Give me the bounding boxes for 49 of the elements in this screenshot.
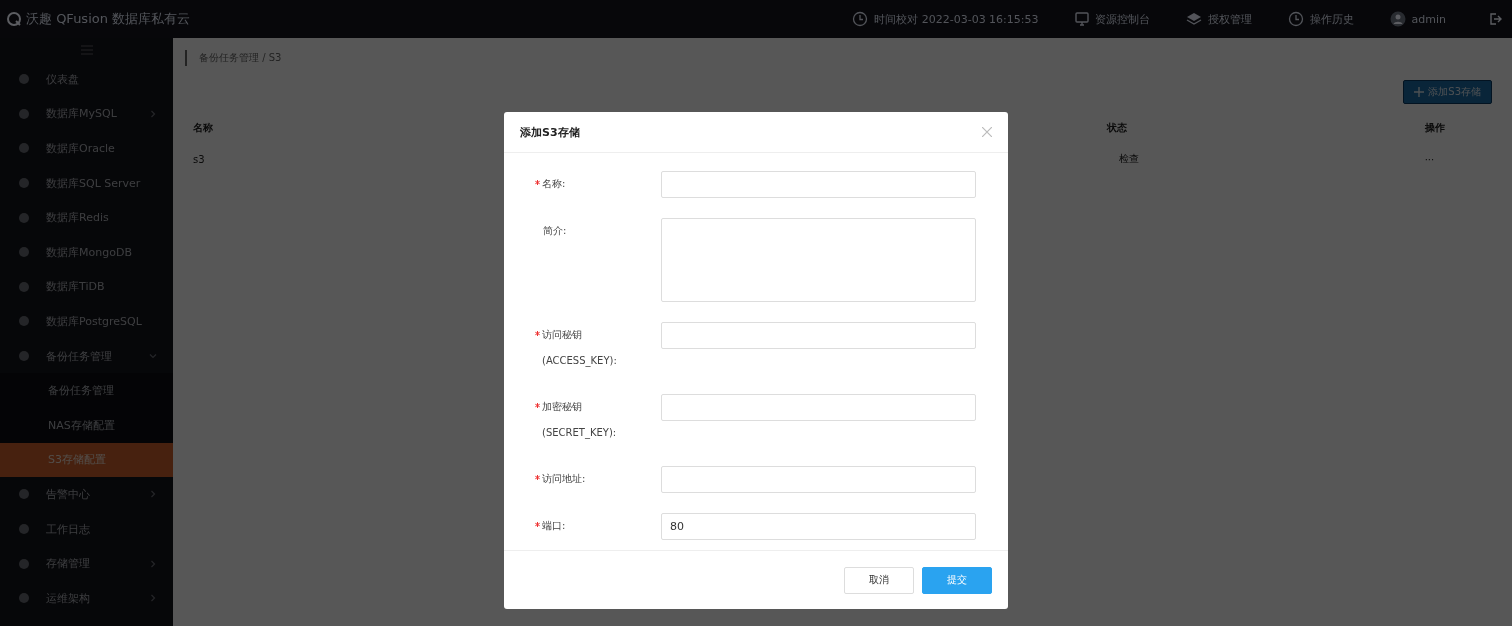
menu-item-icon [18,523,30,535]
layers-icon [1185,12,1202,26]
description-field[interactable] [661,218,976,302]
input-field[interactable] [661,322,976,349]
more-menu[interactable]: ··· [1424,153,1435,165]
field-label: 名称: [542,177,567,191]
menu-item-icon [18,107,30,120]
dialog-title: 添加S3存储 [520,124,580,140]
field-label: 端口: [542,519,567,533]
clock-icon [1287,11,1304,27]
menu-item-icon [18,315,30,328]
table-cell: s3 [193,153,205,165]
logo-icon [6,11,22,27]
header-link[interactable]: 资源控制台 [1094,11,1150,27]
menu-item-icon [18,246,30,259]
clock-icon [852,11,869,27]
menu-item-icon [18,557,30,570]
field-label: 简介: [543,224,568,238]
field-label: 加密秘钥(SECRET_KEY): [542,400,618,441]
input-field[interactable] [661,171,976,198]
menu-item-icon [18,211,30,224]
menu-item-icon [18,350,30,363]
logout-icon[interactable] [1488,12,1502,26]
app-title: 沃趣 QFusion 数据库私有云 [26,10,191,28]
input-field[interactable] [661,466,976,493]
column-header: 状态 [1107,122,1128,133]
menu-item-icon [18,177,30,190]
table-cell: 检查 [1119,153,1140,164]
field-label: 访问地址: [542,472,587,486]
field-label: 访问秘钥(ACCESS_KEY): [542,328,618,369]
menu-item-icon [18,280,30,293]
header-link[interactable]: 授权管理 [1207,11,1252,27]
monitor-icon [1074,12,1089,26]
input-field[interactable] [661,394,976,421]
cancel-button[interactable]: 取消 [844,566,914,594]
menu-item-icon [18,142,30,155]
column-header: 名称 [193,122,213,133]
close-icon[interactable] [982,127,992,137]
header-link[interactable]: 操作历史 [1309,11,1354,27]
submit-button[interactable]: 提交 [922,566,992,594]
menu-item-icon [18,488,30,501]
column-header: 操作 [1424,122,1445,133]
plus-icon [1414,87,1425,97]
header-link[interactable]: admin [1411,12,1446,26]
time-sync-label: 时间校对 2022-03-03 16:15:53 [874,11,1039,27]
input-field[interactable]: 80 [661,513,976,540]
menu-item-icon [18,592,30,605]
user-avatar-icon [1389,11,1406,27]
menu-item-icon [18,73,30,86]
